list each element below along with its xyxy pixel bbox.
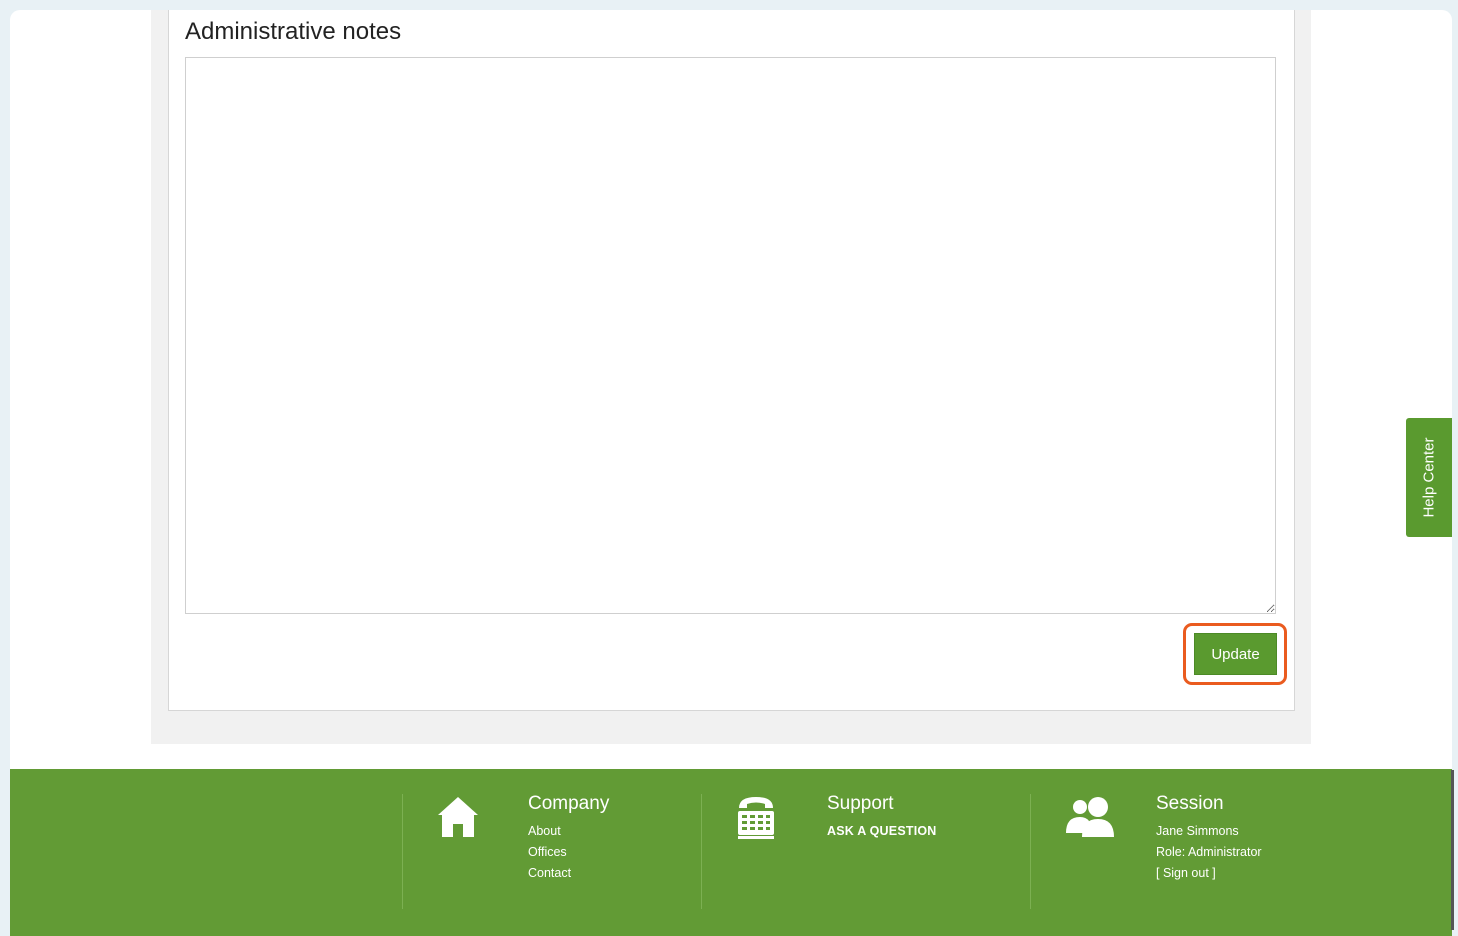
footer-divider xyxy=(402,794,403,909)
page: Administrative notes Update Help Center … xyxy=(10,10,1452,936)
notes-textarea[interactable] xyxy=(185,57,1276,614)
footer-link-ask-question[interactable]: ASK A QUESTION xyxy=(827,824,937,838)
footer-link-about[interactable]: About xyxy=(528,824,561,838)
footer-company-title: Company xyxy=(528,793,610,814)
footer: Company About Offices Contact Support AS… xyxy=(10,769,1452,936)
footer-divider xyxy=(701,794,702,909)
section-title: Administrative notes xyxy=(185,18,402,45)
footer-link-offices[interactable]: Offices xyxy=(528,845,567,859)
help-center-tab[interactable]: Help Center xyxy=(1406,418,1452,537)
phone-icon xyxy=(738,797,774,839)
footer-session-title: Session xyxy=(1156,793,1224,814)
home-icon xyxy=(438,797,478,837)
update-button[interactable]: Update xyxy=(1194,633,1277,675)
footer-link-contact[interactable]: Contact xyxy=(528,866,571,880)
session-role: Role: Administrator xyxy=(1156,845,1262,859)
help-center-label: Help Center xyxy=(1420,437,1438,518)
footer-support-title: Support xyxy=(827,793,894,814)
footer-divider xyxy=(1030,794,1031,909)
scrollbar[interactable] xyxy=(1451,770,1454,930)
users-icon xyxy=(1066,797,1114,837)
sign-out-link[interactable]: [ Sign out ] xyxy=(1156,866,1216,880)
session-user-name: Jane Simmons xyxy=(1156,824,1239,838)
